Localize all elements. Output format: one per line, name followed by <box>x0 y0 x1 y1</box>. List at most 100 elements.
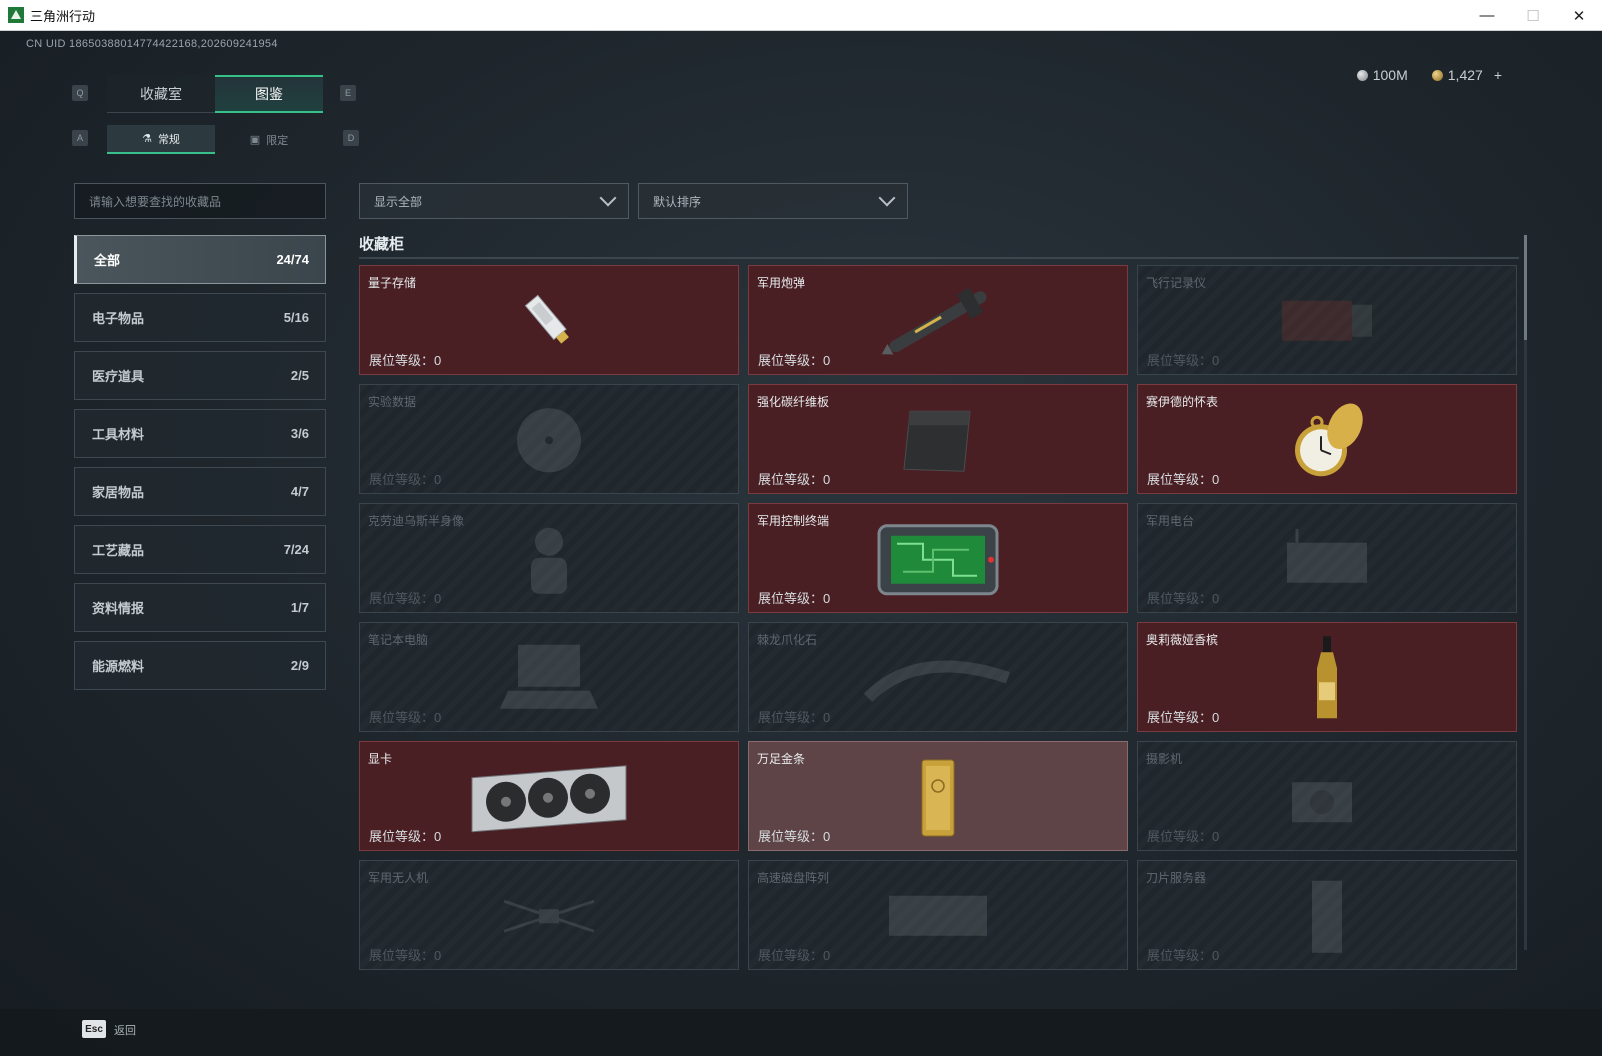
fossil-claw-icon <box>858 648 1018 713</box>
item-name: 高速磁盘阵列 <box>757 871 830 885</box>
category-count: 24/74 <box>276 252 309 267</box>
category-count: 3/6 <box>290 426 309 441</box>
category-household[interactable]: 家居物品 4/7 <box>74 467 326 516</box>
add-currency-button[interactable]: + <box>1494 67 1502 83</box>
display-level: 展位等级：0 <box>758 829 831 844</box>
category-label: 工具材料 <box>92 427 145 442</box>
key-hint-q: Q <box>72 85 88 101</box>
gold-bar-icon <box>916 756 960 845</box>
camera-icon <box>1282 762 1372 837</box>
category-energy[interactable]: 能源燃料 2/9 <box>74 641 326 690</box>
collection-card[interactable]: 强化碳纤维板 展位等级：0 <box>748 384 1128 494</box>
category-label: 工艺藏品 <box>92 543 145 558</box>
window-titlebar: 三角洲行动 — ☐ ✕ <box>0 0 1602 31</box>
collection-card[interactable]: 棘龙爪化石 展位等级：0 <box>748 622 1128 732</box>
close-button[interactable]: ✕ <box>1556 0 1602 31</box>
collection-card[interactable]: 摄影机 展位等级：0 <box>1137 741 1517 851</box>
collection-card[interactable]: 高速磁盘阵列 展位等级：0 <box>748 860 1128 970</box>
item-name: 赛伊德的怀表 <box>1146 395 1219 409</box>
tab-collection-room[interactable]: 收藏室 <box>107 75 215 113</box>
collection-card[interactable]: 军用电台 展位等级：0 <box>1137 503 1517 613</box>
item-name: 万足金条 <box>757 752 806 766</box>
category-label: 能源燃料 <box>92 659 145 674</box>
category-all[interactable]: 全部 24/74 <box>74 235 326 284</box>
item-name: 实验数据 <box>368 395 417 409</box>
display-level: 展位等级：0 <box>1147 948 1220 963</box>
back-button[interactable]: 返回 <box>114 1022 136 1038</box>
display-level: 展位等级：0 <box>369 472 442 487</box>
category-label: 资料情报 <box>92 601 145 616</box>
category-count: 2/9 <box>290 658 309 673</box>
grid-scrollbar[interactable] <box>1524 235 1527 950</box>
collection-card[interactable]: 军用炮弹 展位等级：0 <box>748 265 1128 375</box>
usb-drive-icon <box>514 286 584 361</box>
subtab-limited[interactable]: ▣ 限定 <box>215 125 323 154</box>
item-name: 量子存储 <box>368 276 417 290</box>
collection-card[interactable]: 克劳迪乌斯半身像 展位等级：0 <box>359 503 739 613</box>
search-input[interactable]: 请输入想要查找的收藏品 <box>74 183 326 219</box>
filter-dropdown-value: 显示全部 <box>374 194 423 209</box>
bottom-bar: Esc 返回 <box>0 1009 1602 1056</box>
filter-dropdown[interactable]: 显示全部 <box>359 183 629 219</box>
minimize-button[interactable]: — <box>1464 0 1510 31</box>
item-name: 奥莉薇娅香槟 <box>1146 633 1219 647</box>
gold-amount: 1,427 <box>1447 67 1483 83</box>
category-count: 5/16 <box>283 310 309 325</box>
category-label: 电子物品 <box>92 311 145 326</box>
flight-recorder-icon <box>1272 291 1382 356</box>
disk-array-icon <box>883 886 993 951</box>
sub-tabs: ⚗ 常规 ▣ 限定 <box>107 125 323 154</box>
display-level: 展位等级：0 <box>1147 710 1220 725</box>
display-level: 展位等级：0 <box>758 710 831 725</box>
radio-icon <box>1277 528 1377 594</box>
display-level: 展位等级：0 <box>758 948 831 963</box>
silver-amount: 100M <box>1372 67 1408 83</box>
champagne-icon <box>1307 634 1347 729</box>
collection-card[interactable]: 飞行记录仪 展位等级：0 <box>1137 265 1517 375</box>
category-tools[interactable]: 工具材料 3/6 <box>74 409 326 458</box>
item-name: 克劳迪乌斯半身像 <box>368 514 465 528</box>
collection-card[interactable]: 赛伊德的怀表 展位等级：0 <box>1137 384 1517 494</box>
category-label: 全部 <box>94 253 121 268</box>
window-title: 三角洲行动 <box>30 8 96 24</box>
drone-icon <box>494 881 604 956</box>
collection-card[interactable]: 军用控制终端 展位等级：0 <box>748 503 1128 613</box>
scrollbar-thumb[interactable] <box>1524 235 1527 340</box>
collection-card[interactable]: 笔记本电脑展位等级：0 <box>359 622 739 732</box>
collection-grid: 量子存储 展位等级：0 军用炮弹 展位等级：0 飞行记录仪 展位等级：0 实验数据 展位等级：… <box>359 265 1519 981</box>
collection-card[interactable]: 显卡 展位等级：0 <box>359 741 739 851</box>
sort-dropdown-value: 默认排序 <box>653 194 702 209</box>
collection-card[interactable]: 量子存储 展位等级：0 <box>359 265 739 375</box>
display-level: 展位等级：0 <box>369 948 442 963</box>
collection-card[interactable]: 奥莉薇娅香槟 展位等级：0 <box>1137 622 1517 732</box>
pocket-watch-icon <box>1287 396 1367 491</box>
collection-card[interactable]: 军用无人机 展位等级：0 <box>359 860 739 970</box>
item-name: 军用电台 <box>1146 514 1195 528</box>
app-logo-icon <box>8 7 24 23</box>
item-name: 笔记本电脑 <box>368 633 429 647</box>
item-name: 军用控制终端 <box>757 514 830 528</box>
display-level: 展位等级：0 <box>369 710 442 725</box>
category-medical[interactable]: 医疗道具 2/5 <box>74 351 326 400</box>
player-uid: CN UID 18650388014774422168,202609241954 <box>26 38 278 50</box>
category-crafts[interactable]: 工艺藏品 7/24 <box>74 525 326 574</box>
category-electronics[interactable]: 电子物品 5/16 <box>74 293 326 342</box>
collection-card[interactable]: 实验数据展位等级：0 <box>359 384 739 494</box>
collection-card[interactable]: 刀片服务器 展位等级：0 <box>1137 860 1517 970</box>
esc-key-hint[interactable]: Esc <box>82 1020 106 1038</box>
sort-dropdown[interactable]: 默认排序 <box>638 183 908 219</box>
item-name: 显卡 <box>368 752 393 766</box>
collection-card[interactable]: 万足金条展位等级：0 <box>748 741 1128 851</box>
subtab-regular-label: 常规 <box>157 133 180 146</box>
gold-coin-icon <box>1431 69 1443 81</box>
tab-catalog[interactable]: 图鉴 <box>215 75 323 113</box>
item-name: 摄影机 <box>1146 752 1183 766</box>
laptop-icon <box>494 639 604 724</box>
game-viewport: CN UID 18650388014774422168,202609241954… <box>0 31 1602 1056</box>
category-intel[interactable]: 资料情报 1/7 <box>74 583 326 632</box>
maximize-button[interactable]: ☐ <box>1510 0 1556 31</box>
subtab-regular[interactable]: ⚗ 常规 <box>107 125 215 154</box>
missile-icon <box>873 282 1003 367</box>
category-count: 4/7 <box>290 484 309 499</box>
currency-bar: 100M 1,427 + <box>1356 67 1502 83</box>
